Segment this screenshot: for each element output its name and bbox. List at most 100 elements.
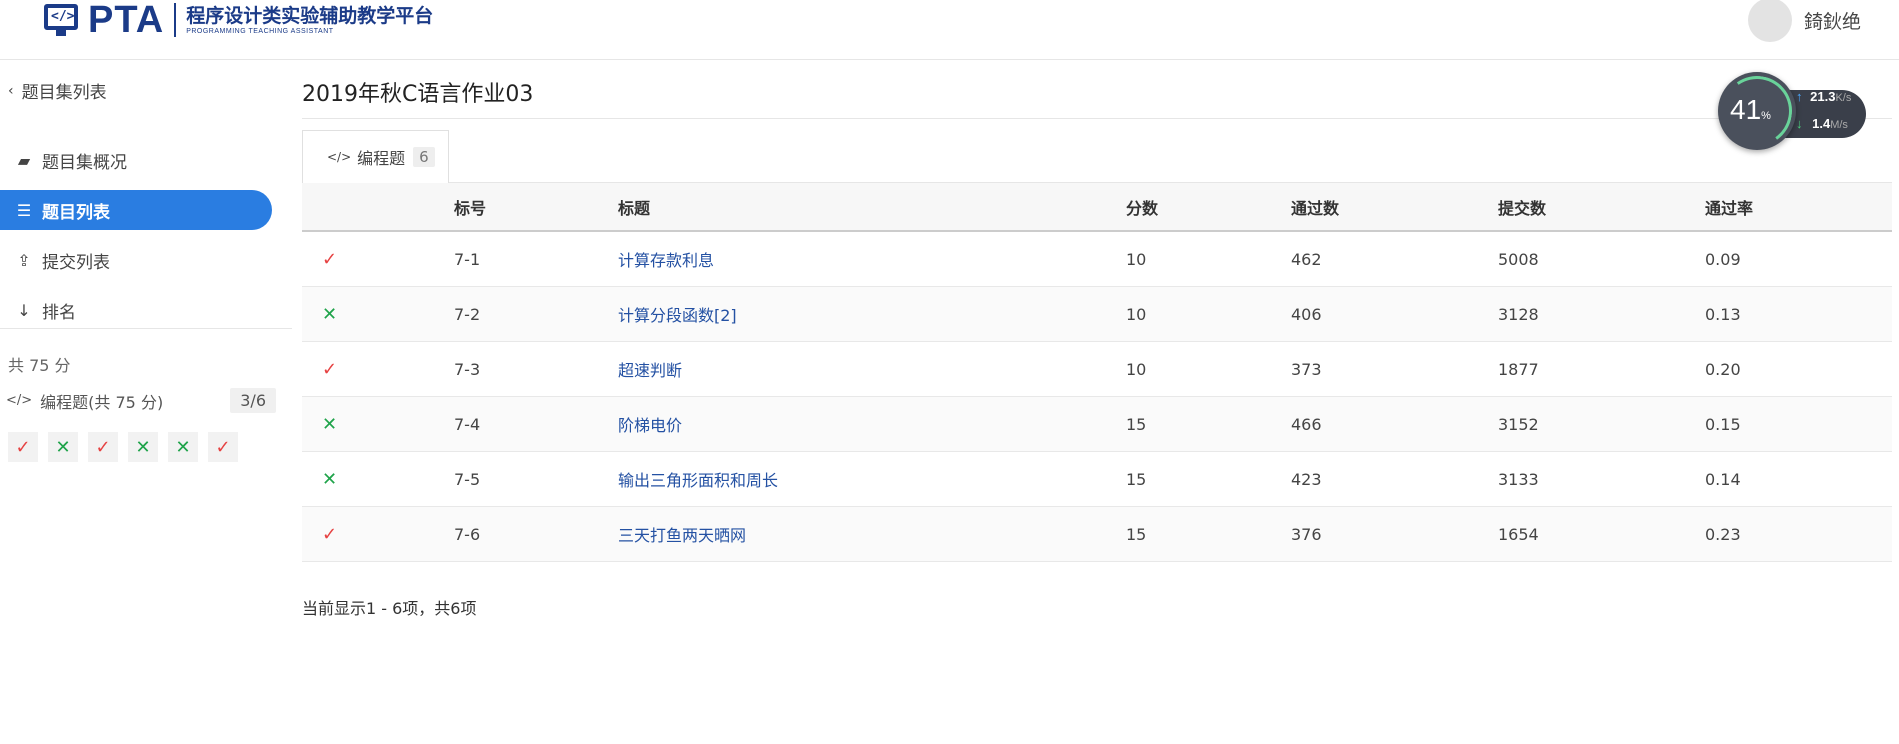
arrow-down-icon: ↓ <box>1796 116 1803 131</box>
arrow-up-icon: ↑ <box>1796 89 1803 104</box>
programming-label: 编程题(共 75 分) <box>40 392 164 412</box>
problem-submits: 5008 <box>1498 249 1539 269</box>
problem-number: 7-4 <box>454 414 481 434</box>
upload-speed: ↑ 21.3K/s <box>1796 89 1852 104</box>
code-icon: </> <box>6 393 33 408</box>
problem-submits: 1877 <box>1498 359 1539 379</box>
sidebar-item-label: 题目列表 <box>42 202 110 223</box>
status-mark-7-2[interactable]: ✕ <box>48 432 78 462</box>
problem-title-link[interactable]: 三天打鱼两天晒网 <box>618 526 746 545</box>
code-icon: </> <box>327 150 352 164</box>
problem-table: 标号 标题 分数 通过数 提交数 通过率 ✓ 7-1 计算存款利息 10 462… <box>302 182 1892 562</box>
table-header: 标号 标题 分数 通过数 提交数 通过率 <box>302 182 1892 232</box>
user-menu[interactable]: 錡鈥绝 <box>1748 0 1861 42</box>
avatar[interactable] <box>1748 0 1792 42</box>
status-mark-7-4[interactable]: ✕ <box>128 432 158 462</box>
logo-english-title: PROGRAMMING TEACHING ASSISTANT <box>186 27 334 35</box>
table-row: ✕ 7-4 阶梯电价 15 466 3152 0.15 <box>302 397 1892 452</box>
problem-title-link[interactable]: 计算分段函数[2] <box>618 306 737 325</box>
tab-programming[interactable]: </> 编程题 6 <box>302 130 449 183</box>
problem-title-link[interactable]: 输出三角形面积和周长 <box>618 471 778 490</box>
page-title: 2019年秋C语言作业03 <box>302 82 534 107</box>
sidebar-item-label: 排名 <box>42 302 76 323</box>
column-header-submits: 提交数 <box>1498 198 1547 218</box>
status-icon: ✕ <box>322 468 338 490</box>
network-monitor-widget[interactable]: 41% ↑ 21.3K/s ↓ 1.4M/s <box>1716 70 1868 152</box>
problem-score: 10 <box>1126 359 1147 379</box>
top-header: </> PTA 程序设计类实验辅助教学平台 PROGRAMMING TEACHI… <box>0 0 1899 60</box>
logo-text: PTA <box>88 0 165 41</box>
back-to-problem-sets-link[interactable]: ‹ 题目集列表 <box>8 78 107 104</box>
status-mark-7-1[interactable]: ✓ <box>8 432 38 462</box>
sidebar-item-overview[interactable]: ▰ 题目集概况 <box>0 140 272 180</box>
status-icon: ✕ <box>322 413 338 435</box>
sidebar-item-label: 提交列表 <box>42 252 110 273</box>
problem-submits: 3152 <box>1498 414 1539 434</box>
problem-score: 15 <box>1126 469 1147 489</box>
pta-logo[interactable]: </> PTA 程序设计类实验辅助教学平台 PROGRAMMING TEACHI… <box>42 0 433 40</box>
problem-pass-rate: 0.09 <box>1705 249 1741 269</box>
sort-icon: ↓ <box>17 300 31 320</box>
status-mark-7-3[interactable]: ✓ <box>88 432 118 462</box>
problem-pass-rate: 0.20 <box>1705 359 1741 379</box>
logo-divider <box>174 3 177 37</box>
column-header-pass-rate: 通过率 <box>1705 198 1754 218</box>
status-icon: ✓ <box>322 523 338 545</box>
table-row: ✕ 7-5 输出三角形面积和周长 15 423 3133 0.14 <box>302 452 1892 507</box>
problem-score: 15 <box>1126 414 1147 434</box>
column-header-score: 分数 <box>1126 198 1159 218</box>
problem-submits: 3128 <box>1498 304 1539 324</box>
table-row: ✓ 7-3 超速判断 10 373 1877 0.20 <box>302 342 1892 397</box>
column-header-number: 标号 <box>454 198 487 218</box>
table-row: ✕ 7-2 计算分段函数[2] 10 406 3128 0.13 <box>302 287 1892 342</box>
sidebar-item-submissions[interactable]: ⇪ 提交列表 <box>0 240 272 280</box>
problem-pass-rate: 0.14 <box>1705 469 1741 489</box>
column-header-passes: 通过数 <box>1291 198 1340 218</box>
total-score: 共 75 分 <box>8 356 71 375</box>
cpu-usage-gauge: 41% <box>1716 70 1798 152</box>
status-mark-7-5[interactable]: ✕ <box>168 432 198 462</box>
problem-score: 15 <box>1126 524 1147 544</box>
sidebar-item-label: 题目集概况 <box>42 152 127 173</box>
problem-number: 7-3 <box>454 359 481 379</box>
status-icon: ✓ <box>322 358 338 380</box>
title-divider <box>302 118 1892 119</box>
status-mark-7-6[interactable]: ✓ <box>208 432 238 462</box>
problem-pass-rate: 0.13 <box>1705 304 1741 324</box>
programming-progress-count: 3/6 <box>230 388 276 413</box>
problem-number: 7-2 <box>454 304 481 324</box>
list-icon: ☰ <box>16 200 32 220</box>
back-label: 题目集列表 <box>21 83 107 103</box>
problem-passes: 462 <box>1291 249 1322 269</box>
tab-label: 编程题 <box>357 149 406 168</box>
problem-number: 7-5 <box>454 469 481 489</box>
problem-status-marks: ✓ ✕ ✓ ✕ ✕ ✓ <box>8 432 238 462</box>
tab-count-badge: 6 <box>413 147 435 167</box>
sidebar-item-ranking[interactable]: ↓ 排名 <box>0 290 272 330</box>
sidebar: ‹ 题目集列表 ▰ 题目集概况 ☰ 题目列表 ⇪ 提交列表 ↓ 排名 共 75 … <box>0 60 292 744</box>
status-icon: ✓ <box>322 248 338 270</box>
upload-icon: ⇪ <box>17 250 31 270</box>
problem-title-link[interactable]: 阶梯电价 <box>618 416 682 435</box>
programming-section-summary: </> 编程题(共 75 分) 3/6 <box>6 388 276 413</box>
problem-passes: 406 <box>1291 304 1322 324</box>
book-icon: ▰ <box>17 150 31 170</box>
logo-chinese-title: 程序设计类实验辅助教学平台 <box>186 4 434 27</box>
problem-passes: 376 <box>1291 524 1322 544</box>
username[interactable]: 錡鈥绝 <box>1804 7 1861 34</box>
sidebar-item-problem-list[interactable]: ☰ 题目列表 <box>0 190 272 230</box>
chevron-left-icon: ‹ <box>8 82 14 99</box>
problem-submits: 3133 <box>1498 469 1539 489</box>
problem-title-link[interactable]: 超速判断 <box>618 361 682 380</box>
sidebar-divider <box>0 328 292 329</box>
column-header-title: 标题 <box>618 198 651 218</box>
table-row: ✓ 7-6 三天打鱼两天晒网 15 376 1654 0.23 <box>302 507 1892 562</box>
pagination-summary: 当前显示1 - 6项，共6项 <box>302 599 477 618</box>
problem-score: 10 <box>1126 304 1147 324</box>
download-speed: ↓ 1.4M/s <box>1796 116 1848 131</box>
problem-title-link[interactable]: 计算存款利息 <box>618 251 714 270</box>
problem-score: 10 <box>1126 249 1147 269</box>
usage-percent: 41 <box>1730 94 1762 125</box>
table-row: ✓ 7-1 计算存款利息 10 462 5008 0.09 <box>302 232 1892 287</box>
status-icon: ✕ <box>322 303 338 325</box>
